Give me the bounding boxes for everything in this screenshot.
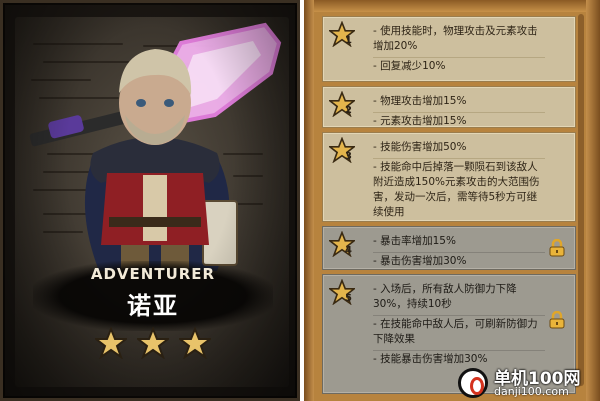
upgrade-tier-2: 2 - 物理攻击增加15% - 元素攻击增加15% <box>322 86 576 128</box>
tier-number: 5 <box>345 293 352 304</box>
tier-effect-line: - 暴击率增加15% <box>373 233 545 253</box>
lock-icon <box>549 311 565 329</box>
site-watermark: 单机100网 danji100.com <box>458 360 600 401</box>
tier-effect-line: - 使用技能时，物理攻击及元素攻击增加20% <box>373 23 545 58</box>
tier-number: 2 <box>345 105 352 116</box>
upgrade-tier-4: 4 - 暴击率增加15% - 暴击伤害增加30% <box>322 226 576 270</box>
tier-effects-list: - 入场后，所有敌人防御力下降30%，持续10秒 - 在技能命中敌人后，可刷新防御… <box>373 281 545 370</box>
tier-effect-line: - 入场后，所有敌人防御力下降30%，持续10秒 <box>373 281 545 316</box>
tier-effect-line: - 回复减少10% <box>373 60 446 72</box>
panel-scrollbar[interactable] <box>578 14 584 386</box>
lock-icon <box>549 239 565 257</box>
star-icon <box>179 327 211 359</box>
hero-class-label: ADVENTURER <box>90 265 216 283</box>
tier-effect-line: - 技能伤害增加50% <box>373 139 545 159</box>
tier-effect-line: - 暴击伤害增加30% <box>373 255 467 267</box>
star-icon <box>95 327 127 359</box>
tier-effect-line: - 元素攻击增加15% <box>373 115 467 127</box>
watermark-site-url: danji100.com <box>494 385 569 398</box>
tier-number: 3 <box>345 151 352 162</box>
tier-effect-line: - 技能命中后掉落一颗陨石到该敌人附近造成150%元素攻击的大范围伤害，发动一次… <box>373 161 540 218</box>
upgrade-tier-3: 3 - 技能伤害增加50% - 技能命中后掉落一颗陨石到该敌人附近造成150%元素攻… <box>322 132 576 222</box>
upgrade-tier-1: 1 - 使用技能时，物理攻击及元素攻击增加20% - 回复减少10% <box>322 16 576 82</box>
tier-effect-line: - 物理攻击增加15% <box>373 93 545 113</box>
hero-card: ADVENTURER 诺亚 <box>0 0 300 401</box>
hero-name: 诺亚 <box>127 292 179 320</box>
tier-effect-line: - 在技能命中敌人后，可刷新防御力下降效果 <box>373 316 545 351</box>
star-icon <box>137 327 169 359</box>
tier-number: 4 <box>345 245 352 256</box>
upgrade-panel: 1 - 使用技能时，物理攻击及元素攻击增加20% - 回复减少10% 2 - 物理攻击… <box>304 0 600 401</box>
tier-effects-list: - 使用技能时，物理攻击及元素攻击增加20% - 回复减少10% <box>373 23 545 77</box>
tier-effects-list: - 暴击率增加15% - 暴击伤害增加30% <box>373 233 545 272</box>
watermark-logo-icon <box>458 368 488 398</box>
tier-effects-list: - 技能伤害增加50% - 技能命中后掉落一颗陨石到该敌人附近造成150%元素攻击… <box>373 139 545 223</box>
hero-star-rating <box>3 327 297 359</box>
tier-effects-list: - 物理攻击增加15% - 元素攻击增加15% <box>373 93 545 132</box>
tier-number: 1 <box>345 35 352 46</box>
